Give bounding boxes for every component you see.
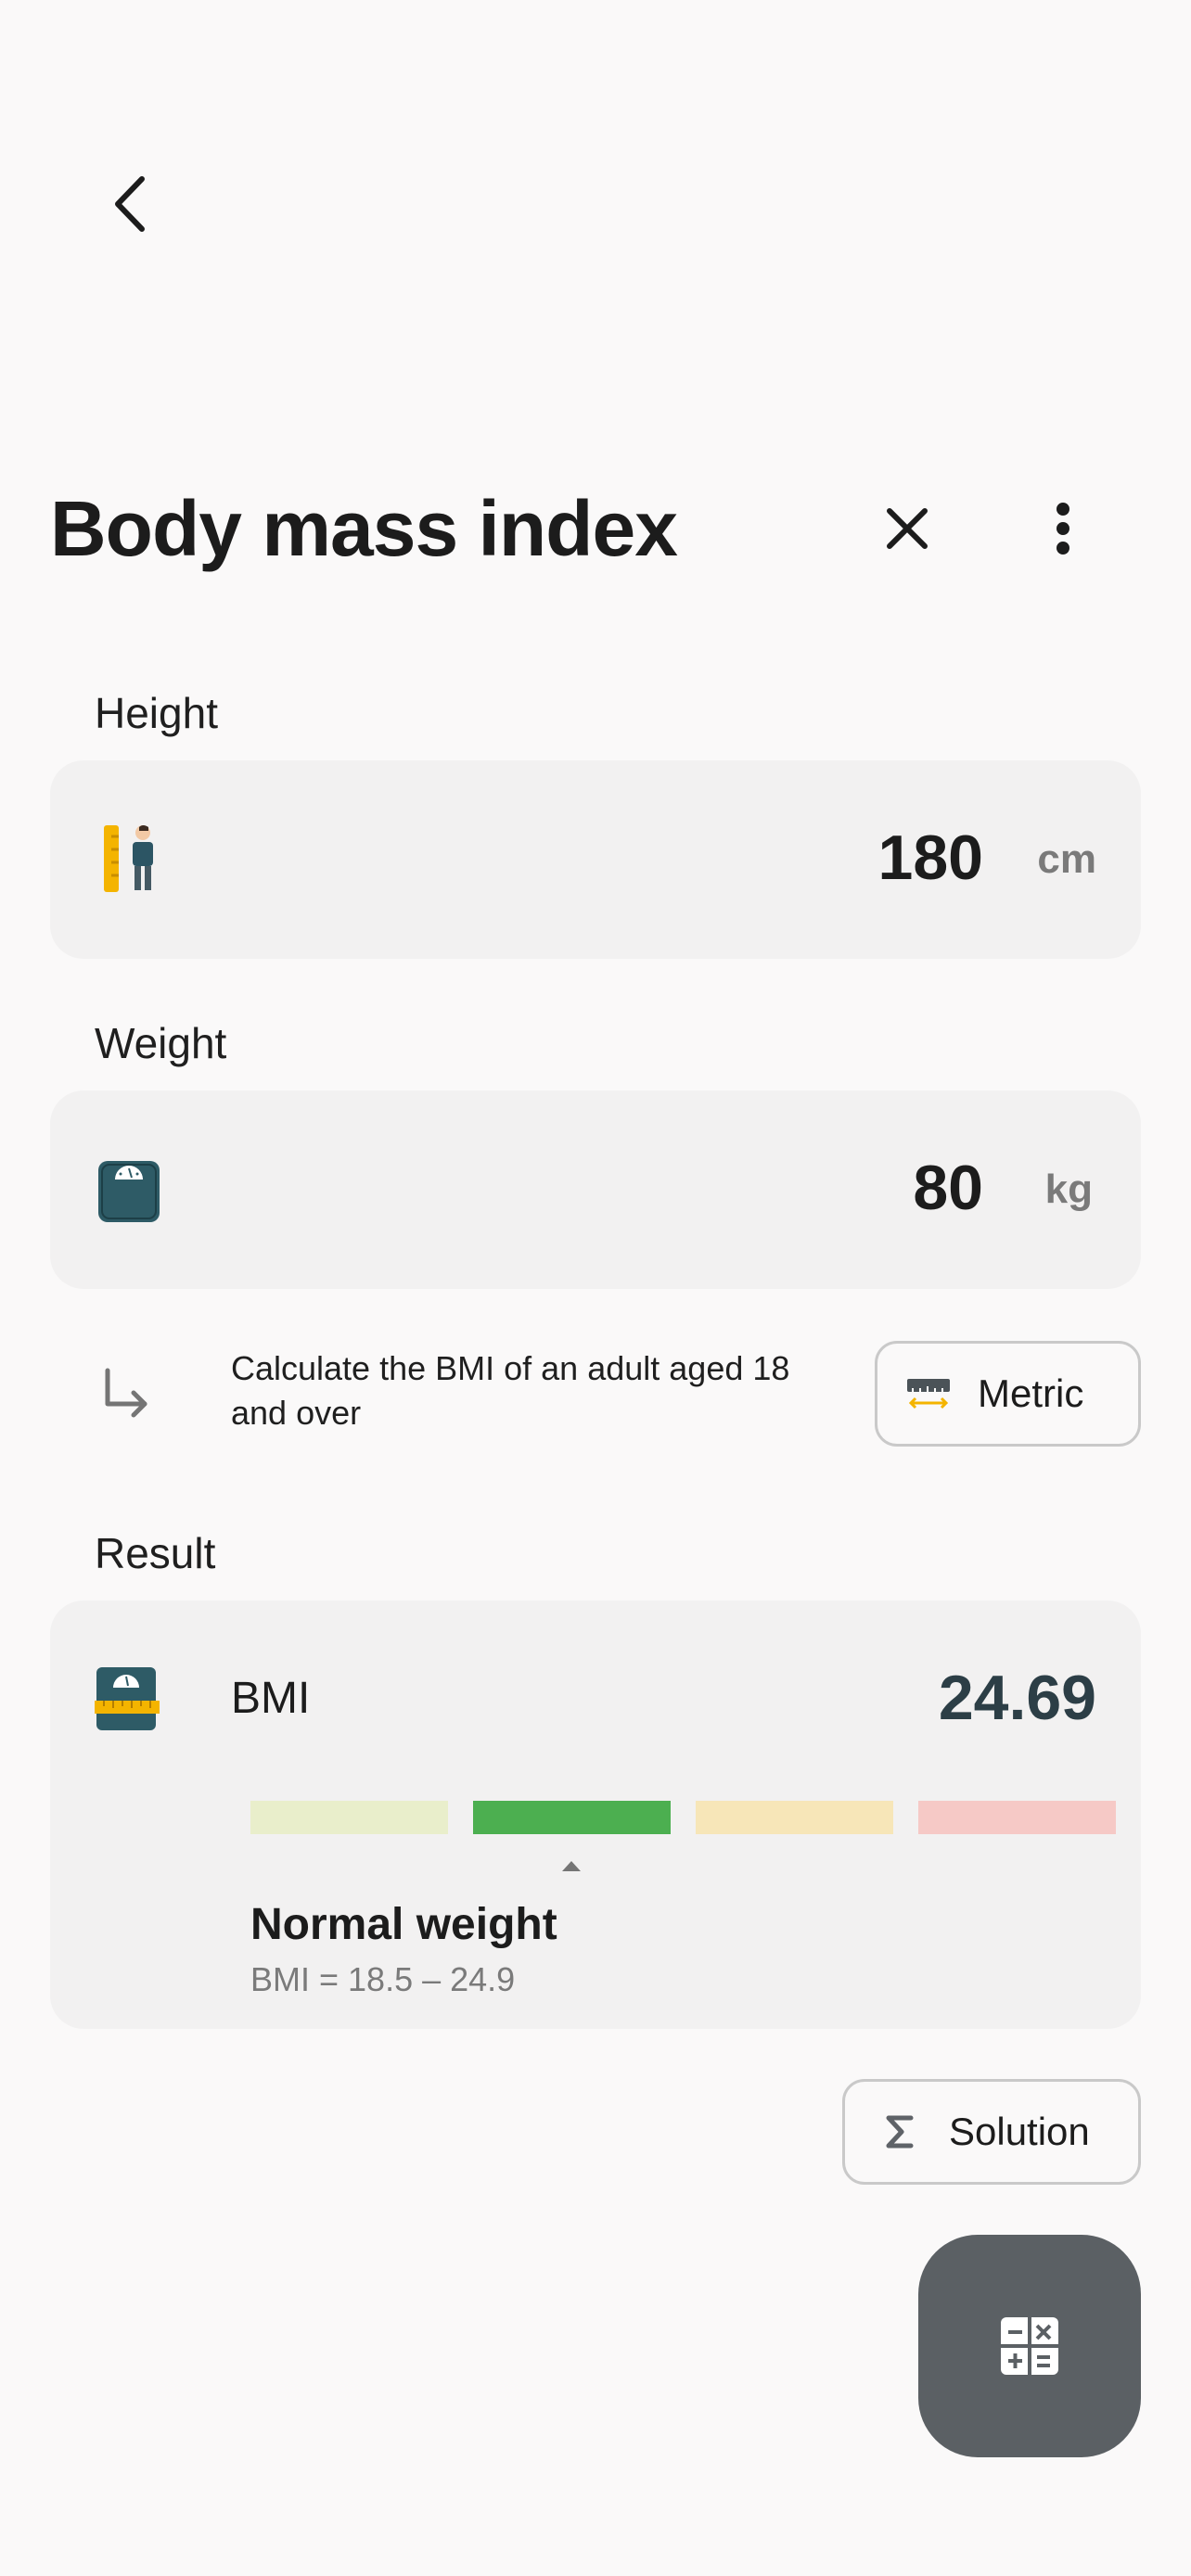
height-ruler-person-icon <box>104 825 153 892</box>
weight-input-card[interactable]: 80 kg <box>50 1090 1141 1289</box>
clear-button[interactable] <box>870 491 944 566</box>
page-title: Body mass index <box>50 485 678 572</box>
bmi-value: 24.69 <box>938 1663 1096 1733</box>
bmi-category-range: BMI = 18.5 – 24.9 <box>250 1960 516 1998</box>
back-arrow-icon <box>115 176 145 232</box>
hint-text: Calculate the BMI of an adult aged 18 an… <box>231 1349 790 1432</box>
weight-unit: kg <box>1044 1167 1093 1212</box>
calculator-icon <box>1001 2317 1058 2375</box>
bmi-segment-underweight <box>250 1801 448 1834</box>
arrow-down-right-icon <box>105 1368 147 1418</box>
height-unit: cm <box>1037 836 1096 882</box>
bmi-segment-obese <box>918 1801 1116 1834</box>
bmi-indicator-icon <box>562 1861 581 1871</box>
bmi-label: BMI <box>231 1674 311 1723</box>
unit-system-label: Metric <box>978 1371 1084 1415</box>
scale-tape-icon <box>95 1667 160 1730</box>
unit-system-button[interactable]: Metric <box>875 1341 1141 1447</box>
close-icon <box>887 508 928 549</box>
calculate-fab[interactable] <box>918 2235 1141 2457</box>
height-label: Height <box>95 689 218 737</box>
ruler-icon <box>907 1379 950 1409</box>
height-input-card[interactable]: 180 cm <box>50 760 1141 959</box>
back-button[interactable] <box>93 167 167 241</box>
weight-label: Weight <box>95 1019 227 1067</box>
bmi-category: Normal weight <box>250 1900 557 1949</box>
scale-icon <box>98 1161 160 1222</box>
height-value[interactable]: 180 <box>878 822 983 894</box>
bmi-segment-normal <box>473 1801 671 1834</box>
more-vertical-icon <box>1057 503 1069 555</box>
sigma-icon <box>886 2115 914 2149</box>
solution-label: Solution <box>949 2110 1090 2153</box>
weight-value[interactable]: 80 <box>913 1152 983 1224</box>
solution-button[interactable]: Solution <box>842 2079 1141 2185</box>
more-options-button[interactable] <box>1026 491 1100 566</box>
result-label: Result <box>95 1529 216 1577</box>
bmi-segment-overweight <box>696 1801 893 1834</box>
